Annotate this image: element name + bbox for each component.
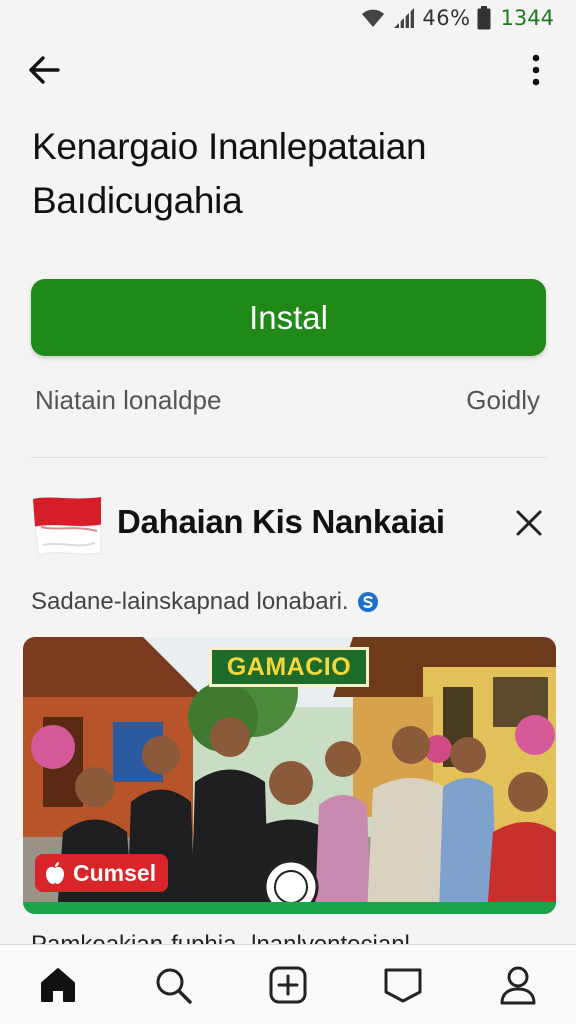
app-meta-right[interactable]: Goidly	[466, 385, 540, 416]
app-title-line2: Baıdicugahia	[32, 180, 243, 221]
add-box-icon	[269, 966, 307, 1003]
search-icon	[156, 968, 192, 1004]
arrow-left-icon	[29, 56, 60, 84]
nav-home[interactable]	[28, 955, 88, 1015]
promo-card-subtitle: Sadane-lainskapnad lonabari.	[31, 588, 379, 616]
nav-profile[interactable]	[488, 955, 548, 1015]
apple-icon	[46, 862, 64, 884]
wifi-icon	[360, 7, 386, 29]
nav-library[interactable]	[373, 955, 433, 1015]
promo-card-header: Dahaian Kis Nankaiai	[31, 495, 551, 557]
banner-top-badge: GAMACIO	[209, 647, 369, 687]
close-icon	[516, 510, 542, 536]
app-meta-left: Niatain lonaldpe	[35, 384, 222, 415]
app-title: Kenargaio Inanlepataian Baıdicugahia	[32, 120, 532, 228]
clock-time: 1344	[500, 6, 554, 30]
promo-card-subtitle-text: Sadane-lainskapnad lonabari.	[31, 588, 349, 615]
nav-add[interactable]	[258, 955, 318, 1015]
battery-icon	[477, 6, 491, 30]
banner-brand-label: Cumsel	[73, 859, 157, 886]
promo-banner[interactable]: GAMACIO Cumsel	[23, 637, 556, 914]
app-meta-row: Niatain lonaldpe Goidly	[35, 380, 540, 420]
signal-icon	[392, 7, 416, 29]
more-vert-icon	[532, 54, 540, 86]
bottom-navigation	[0, 944, 576, 1024]
status-bar: 46% 1344	[0, 0, 576, 36]
top-app-bar	[0, 40, 576, 96]
battery-percent: 46%	[422, 6, 471, 30]
promo-card-title: Dahaian Kis Nankaiai	[117, 503, 445, 540]
banner-bottom-bar	[23, 902, 556, 914]
dollar-badge-icon	[357, 592, 378, 612]
banner-brand-badge: Cumsel	[35, 854, 169, 892]
close-button[interactable]	[507, 501, 551, 545]
home-icon	[40, 967, 75, 1002]
app-title-line1: Kenargaio Inanlepataian	[32, 126, 427, 167]
divider	[31, 457, 546, 458]
install-button[interactable]: Instal	[31, 279, 546, 356]
nav-search[interactable]	[143, 955, 203, 1015]
indonesia-flag-icon	[31, 495, 103, 557]
person-icon	[500, 966, 536, 1004]
more-options-button[interactable]	[514, 48, 558, 92]
back-button[interactable]	[22, 48, 66, 92]
bookmark-icon	[384, 968, 422, 1002]
